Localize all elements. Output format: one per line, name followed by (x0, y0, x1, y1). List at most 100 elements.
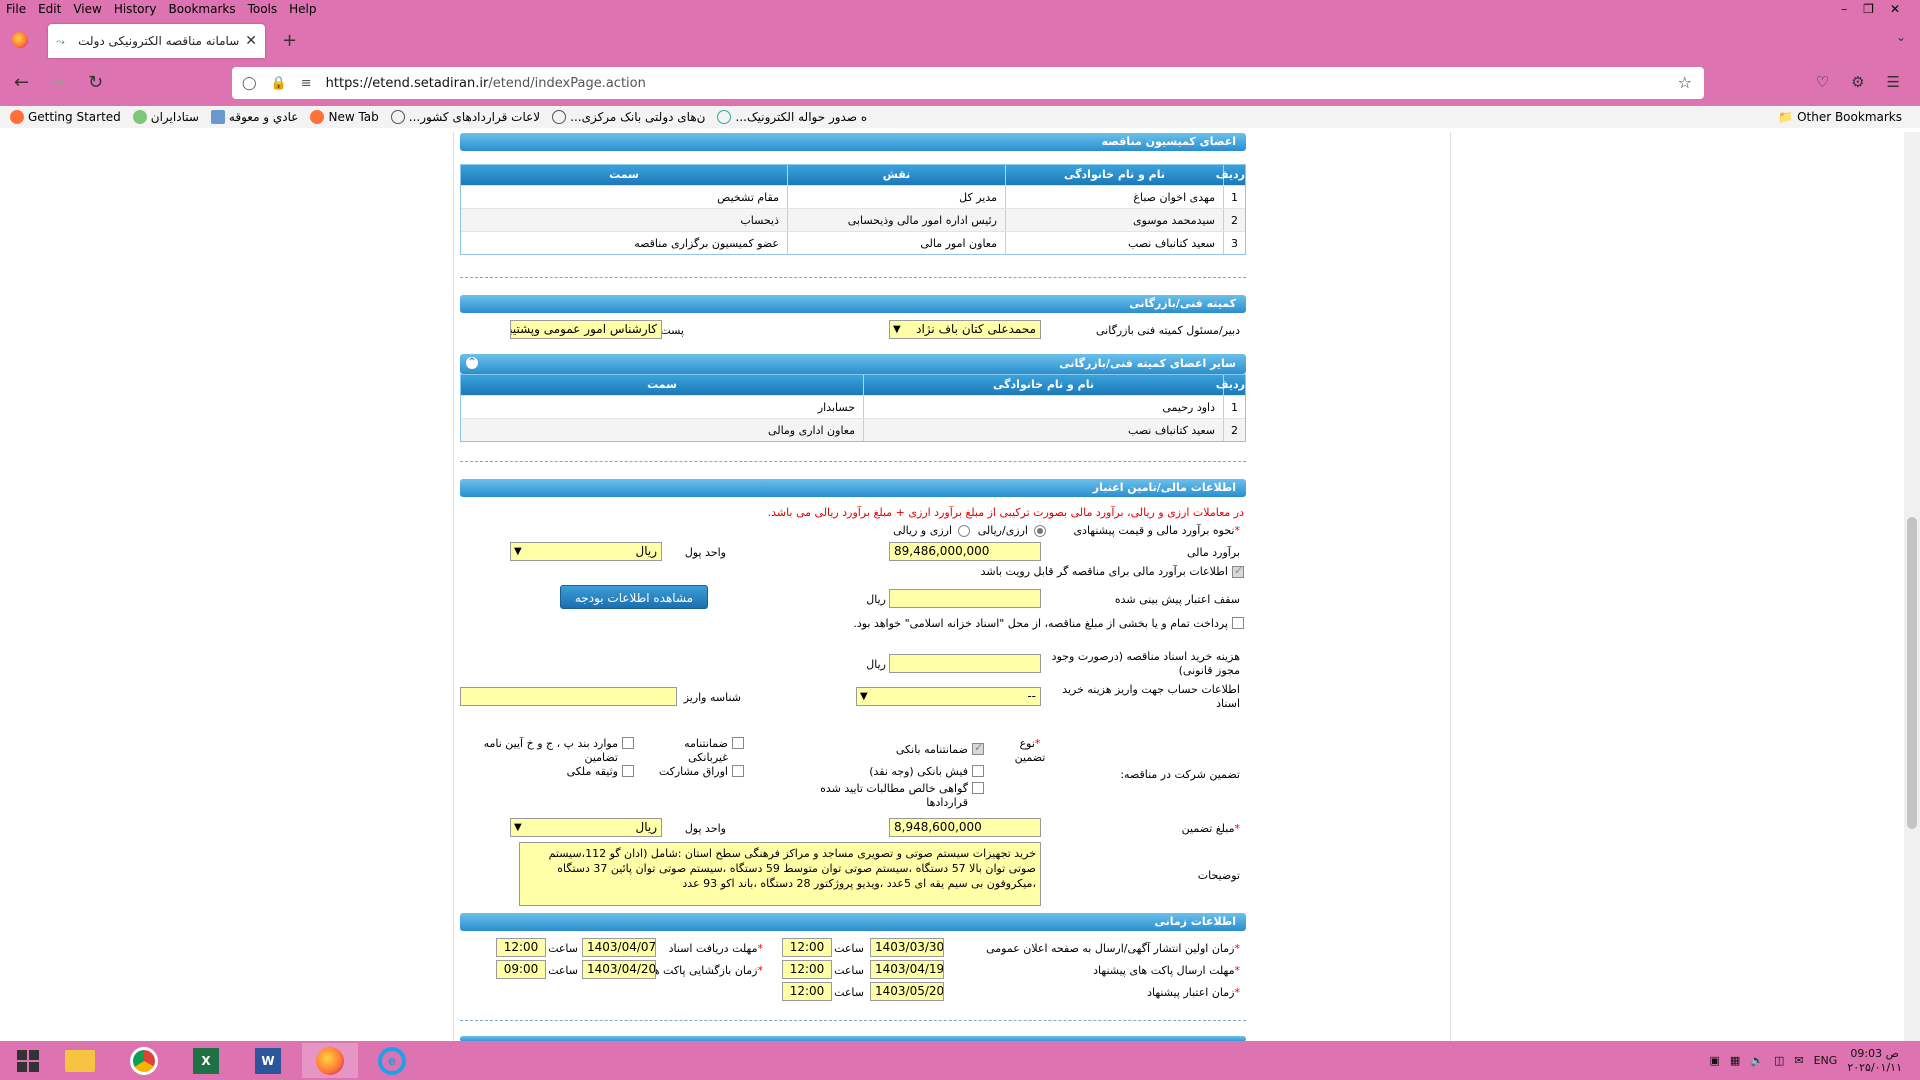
notification-icon[interactable]: ✉ (1794, 1054, 1803, 1067)
grid-header: ردیف نام و نام خانوادگی سمت (461, 375, 1245, 395)
taskbar-file-explorer[interactable] (52, 1043, 108, 1078)
cash-receipt-checkbox[interactable] (972, 765, 984, 777)
validity-time-field[interactable]: 12:00 (782, 982, 832, 1001)
clock[interactable]: 09:03 ص ۲۰۲۵/۰۱/۱۱ (1847, 1047, 1902, 1075)
row-idx: 2 (1223, 209, 1245, 231)
secretary-select[interactable]: محمدعلی کتان باف نژاد ▼ (889, 320, 1041, 339)
bank-guarantee-checkbox[interactable] (972, 741, 984, 755)
taskbar-excel[interactable]: X (178, 1043, 234, 1078)
taskbar-ie[interactable]: e (364, 1043, 420, 1078)
property-checkbox[interactable] (622, 765, 634, 777)
taskbar-word[interactable]: W (240, 1043, 296, 1078)
clauses-checkbox[interactable] (622, 737, 634, 749)
estimate-visible-checkbox[interactable] (1232, 564, 1244, 578)
submit-time-field[interactable]: 12:00 (782, 960, 832, 979)
bookmark-central-bank[interactable]: ...ن‌های دولتی بانک مرکزی (552, 110, 705, 124)
table-row[interactable]: 1 مهدی اخوان صباغ مدیر کل مقام تشخیص (461, 185, 1245, 208)
first-pub-date-field[interactable]: 1403/03/30 (870, 938, 944, 957)
bookmark-e-transfer[interactable]: ...ه صدور حواله الکترونیک (717, 110, 867, 124)
language-indicator[interactable]: ENG (1814, 1054, 1838, 1067)
bookmark-star-icon[interactable]: ☆ (1678, 73, 1692, 92)
tab-close-icon[interactable]: ✕ (245, 33, 257, 49)
taskbar-firefox[interactable] (302, 1043, 358, 1078)
estimate-field[interactable]: 89,486,000,000 (889, 542, 1041, 561)
bookmark-normal-overdue[interactable]: عادي و معوقه (210, 110, 298, 124)
nonbank-guarantee-checkbox[interactable] (732, 737, 744, 749)
bookmark-contracts[interactable]: ...لاعات قراردادهای کشور (390, 110, 540, 124)
menu-edit[interactable]: Edit (38, 2, 61, 16)
hamburger-menu-icon[interactable]: ☰ (1887, 73, 1900, 91)
restore-icon[interactable]: ❐ (1863, 2, 1874, 16)
radio-fx-rial[interactable] (958, 525, 970, 537)
chevron-down-icon[interactable]: ⌄ (1896, 30, 1906, 44)
scrollbar[interactable] (1904, 132, 1920, 1041)
volume-icon[interactable]: 🔈 (1750, 1054, 1764, 1067)
table-row[interactable]: 1 داود رحیمی حسابدار (461, 395, 1245, 418)
menu-bookmarks[interactable]: Bookmarks (169, 2, 236, 16)
validity-date-field[interactable]: 1403/05/20 (870, 982, 944, 1001)
radio-rial[interactable] (1034, 525, 1046, 537)
islamic-treasury-checkbox[interactable] (1232, 617, 1244, 629)
guarantee-amount-field[interactable]: 8,948,600,000 (889, 818, 1041, 837)
doc-receive-time-field[interactable]: 12:00 (496, 938, 546, 957)
shield-icon[interactable]: ◯ (242, 76, 257, 91)
doc-receive-date-field[interactable]: 1403/04/07 (582, 938, 656, 957)
collapse-icon[interactable]: ⌃ (466, 357, 478, 369)
tray-app-icon[interactable]: ▣ (1709, 1054, 1719, 1067)
globe-icon (552, 110, 567, 124)
url-text[interactable]: https://etend.setadiran.ir/etend/indexPa… (326, 76, 646, 91)
tray-app-icon[interactable]: ▦ (1730, 1054, 1740, 1067)
menu-history[interactable]: History (114, 2, 157, 16)
menu-view[interactable]: View (73, 2, 101, 16)
menu-file[interactable]: File (6, 2, 26, 16)
row-name: سعید کتانباف نصب (1005, 232, 1223, 254)
credit-ceiling-field[interactable] (889, 589, 1041, 608)
account-select[interactable]: -- ▼ (856, 687, 1041, 706)
claims-certificate-checkbox[interactable] (972, 782, 984, 794)
start-button[interactable] (0, 1043, 56, 1078)
new-tab-icon[interactable]: + (282, 30, 297, 51)
url-bar[interactable]: ◯ 🔒 ≡ https://etend.setadiran.ir/etend/i… (232, 67, 1704, 99)
table-row[interactable]: 2 سعید کتانباف نصب معاون اداری ومالی (461, 418, 1245, 441)
description-field[interactable]: خرید تجهیزات سیستم صوتی و تصویری مساجد و… (519, 842, 1041, 906)
nav-bar: ← → ↻ ◯ 🔒 ≡ https://etend.setadiran.ir/e… (0, 62, 1920, 104)
col-idx: ردیف (1216, 375, 1245, 395)
bookmark-getting-started[interactable]: Getting Started (10, 110, 121, 124)
bookmark-new-tab[interactable]: New Tab (310, 110, 379, 124)
doc-cost-field[interactable] (889, 654, 1041, 673)
first-pub-time-field[interactable]: 12:00 (782, 938, 832, 957)
guarantee-type-text: نوع تضمین (1014, 737, 1046, 764)
close-window-icon[interactable]: ✕ (1890, 2, 1900, 16)
reload-icon[interactable]: ↻ (88, 72, 103, 93)
table-row[interactable]: 2 سیدمحمد موسوی رئیس اداره امور مالی وذی… (461, 208, 1245, 231)
minimize-icon[interactable]: – (1841, 2, 1847, 16)
currency-select[interactable]: ریال ▼ (510, 542, 662, 561)
back-icon[interactable]: ← (14, 72, 29, 93)
scrollbar-thumb[interactable] (1907, 517, 1917, 829)
setad-icon (132, 110, 147, 124)
post-field[interactable]: کارشناس امور عمومی وپشتیبانی (510, 320, 662, 339)
bonds-checkbox[interactable] (732, 765, 744, 777)
menu-tools[interactable]: Tools (248, 2, 278, 16)
open-date-field[interactable]: 1403/04/20 (582, 960, 656, 979)
open-time-field[interactable]: 09:00 (496, 960, 546, 979)
network-icon[interactable]: ◫ (1774, 1054, 1784, 1067)
pocket-icon[interactable]: ♡ (1816, 73, 1829, 91)
view-budget-button[interactable]: مشاهده اطلاعات بودجه (560, 585, 708, 609)
account-value: -- (1027, 689, 1036, 703)
bookmark-setadiran[interactable]: ستادایران (132, 110, 199, 124)
row-idx: 1 (1223, 396, 1245, 418)
forward-icon[interactable]: → (50, 72, 65, 93)
lock-icon[interactable]: 🔒 (271, 76, 287, 91)
menu-help[interactable]: Help (289, 2, 316, 16)
table-row[interactable]: 3 سعید کتانباف نصب معاون امور مالی عضو ک… (461, 231, 1245, 254)
guarantee-currency-select[interactable]: ریال ▼ (510, 818, 662, 837)
tab-active[interactable]: ⤳ سامانه مناقصه الکترونیکی دولت ✕ (48, 24, 265, 58)
taskbar-chrome[interactable] (116, 1043, 172, 1078)
extensions-icon[interactable]: ⚙ (1851, 73, 1864, 91)
row-position: حسابدار (817, 401, 855, 414)
other-bookmarks[interactable]: 📁 Other Bookmarks (1778, 110, 1902, 124)
submit-date-field[interactable]: 1403/04/19 (870, 960, 944, 979)
permissions-icon[interactable]: ≡ (301, 76, 312, 91)
deposit-id-field[interactable] (460, 687, 677, 706)
